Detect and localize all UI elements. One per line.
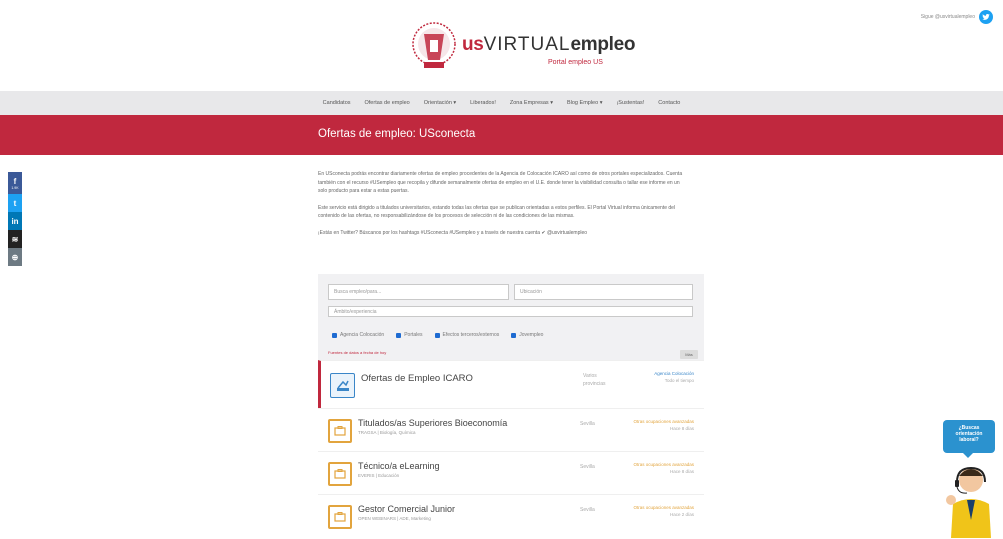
support-agent-icon — [946, 466, 991, 538]
offer-source: Otras ocupaciones avanzadas Hace 8 días — [633, 462, 694, 474]
search-panel: Busca empleo/para... Ubicación Ámbito/ex… — [318, 274, 704, 370]
list-item[interactable]: Gestor Comercial Junior OPEN WEBINARS | … — [318, 494, 704, 537]
offer-title: Técnico/a eLearning — [358, 461, 440, 471]
chat-bubble[interactable]: ¿Buscas orientación laboral? — [943, 420, 995, 458]
offers-list: Ofertas de Empleo ICARO Varios provincias… — [318, 360, 704, 537]
icaro-offers-icon — [330, 373, 355, 398]
social-share-bar: f 1.9K t in ≋ ⊕ — [8, 172, 22, 266]
list-item[interactable]: Técnico/a eLearning EVERIS | Educación S… — [318, 451, 704, 494]
facebook-share-count: 1.9K — [11, 185, 19, 190]
offer-location: Sevilla — [580, 421, 595, 427]
order-button[interactable]: Más — [680, 350, 698, 359]
share-more-icon: ⊕ — [11, 252, 19, 262]
intro-paragraph-3: ¡Estás en Twitter? Búscanos por los hash… — [318, 229, 588, 236]
site-logo[interactable]: usVIRTUALempleo Portal empleo US — [410, 20, 636, 76]
buffer-share-button[interactable]: ≋ — [8, 230, 22, 248]
facebook-icon: f — [13, 176, 17, 186]
experience-input[interactable]: Ámbito/experiencia — [328, 306, 693, 317]
offer-title: Titulados/as Superiores Bioeconomía — [358, 418, 508, 428]
filter-jovempleo-checkbox[interactable]: Jovempleo — [511, 332, 543, 338]
filter-terceros-checkbox[interactable]: Efectos terceros/externos — [434, 332, 499, 338]
offer-company: TRAGSA | Biología, Química — [358, 430, 416, 435]
buffer-icon: ≋ — [11, 234, 19, 244]
page-banner: Ofertas de empleo: USconecta — [0, 115, 1003, 155]
offer-company: OPEN WEBINARS | ADE, Marketing — [358, 516, 431, 521]
intro-text: En USconecta podrás encontrar diariament… — [318, 170, 690, 245]
nav-item-sustentas[interactable]: ¡Sustentas! — [616, 100, 644, 106]
twitter-icon — [979, 10, 993, 24]
twitter-share-button[interactable]: t — [8, 194, 22, 212]
nav-item-ofertas[interactable]: Ofertas de empleo — [365, 100, 410, 106]
nav-item-blog[interactable]: Blog Empleo ▾ — [567, 100, 602, 106]
checkbox-checked-icon — [396, 332, 402, 338]
briefcase-icon — [328, 505, 352, 529]
briefcase-icon — [328, 462, 352, 486]
main-nav: Candidatos Ofertas de empleo Orientación… — [0, 91, 1003, 115]
nav-item-candidatos[interactable]: Candidatos — [323, 100, 351, 106]
results-text: Fuentes de datos a fecha de hoy — [328, 350, 387, 355]
nav-item-liberados[interactable]: Liberados! — [470, 100, 496, 106]
nav-item-contacto[interactable]: Contacto — [658, 100, 680, 106]
list-item[interactable]: Titulados/as Superiores Bioeconomía TRAG… — [318, 408, 704, 451]
offer-title: Gestor Comercial Junior — [358, 504, 456, 514]
intro-paragraph-1: En USconecta podrás encontrar diariament… — [318, 171, 683, 194]
linkedin-icon: in — [11, 216, 19, 226]
offer-location: Sevilla — [580, 464, 595, 470]
keyword-search-input[interactable]: Busca empleo/para... — [328, 284, 509, 300]
more-share-button[interactable]: ⊕ — [8, 248, 22, 266]
checkbox-checked-icon — [332, 332, 337, 338]
facebook-share-button[interactable]: f 1.9K — [8, 172, 22, 194]
checkbox-checked-icon — [434, 332, 440, 338]
location-input[interactable]: Ubicación — [514, 284, 693, 300]
nav-item-orientacion[interactable]: Orientación ▾ — [424, 100, 456, 106]
intro-paragraph-2: Este servicio está dirigido a titulados … — [318, 204, 676, 220]
logo-subtitle: Portal empleo US — [548, 59, 603, 66]
linkedin-share-button[interactable]: in — [8, 212, 22, 230]
list-item[interactable]: Ofertas de Empleo ICARO Varios provincias… — [318, 360, 704, 408]
offer-title: Ofertas de Empleo ICARO — [361, 373, 473, 384]
twitter-share-icon: t — [13, 198, 17, 208]
briefcase-icon — [328, 419, 352, 443]
offer-source: Otras ocupaciones avanzadas Hace 8 días — [633, 419, 694, 431]
nav-item-zona-empresas[interactable]: Zona Empresas ▾ — [510, 100, 553, 106]
twitter-follow-text: Sigue @usvirtualempleo — [920, 14, 975, 20]
twitter-follow-link[interactable]: Sigue @usvirtualempleo — [921, 10, 993, 24]
source-filters: Agencia Colocación Portales Efectos terc… — [332, 332, 543, 338]
filter-portales-checkbox[interactable]: Portales — [396, 332, 423, 338]
university-seal-icon — [412, 22, 456, 68]
offer-company: EVERIS | Educación — [358, 473, 400, 478]
offer-location: Sevilla — [580, 507, 595, 513]
offer-source: Agencia Colocación Todo el tiempo — [654, 371, 694, 383]
logo-wordmark: usVIRTUALempleo — [462, 34, 636, 55]
orientation-chat-widget[interactable]: ¿Buscas orientación laboral? — [943, 420, 995, 539]
filter-agencia-checkbox[interactable]: Agencia Colocación — [332, 332, 384, 338]
offer-location: Varios provincias — [583, 373, 606, 387]
checkbox-checked-icon — [511, 332, 517, 338]
offer-source: Otras ocupaciones avanzadas Hace 2 días — [633, 505, 694, 517]
page-title: Ofertas de empleo: USconecta — [318, 128, 476, 140]
